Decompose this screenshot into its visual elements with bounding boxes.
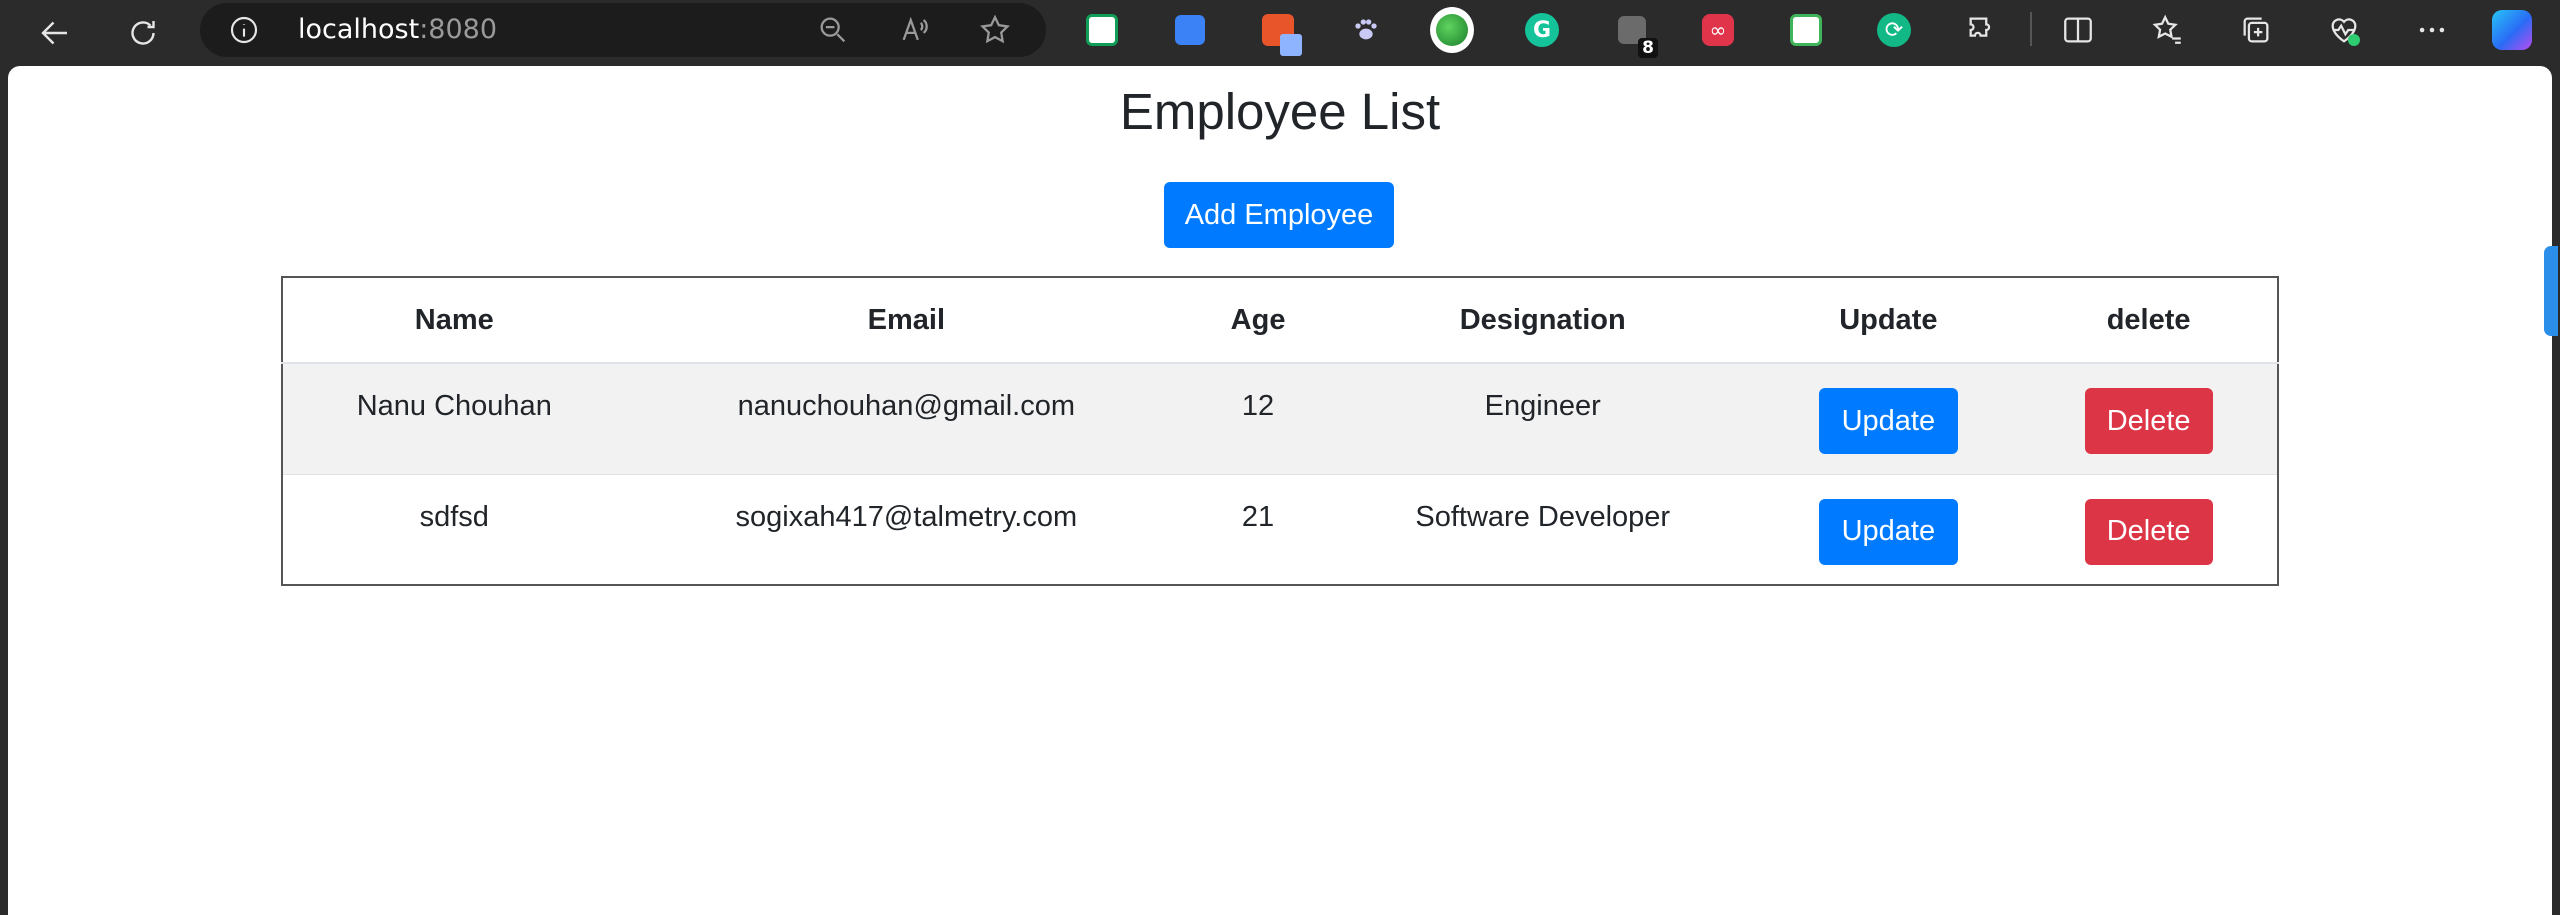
zoom-out-icon[interactable]: [816, 13, 850, 47]
employee-designation-cell: Software Developer: [1328, 473, 1757, 585]
page-viewport: Employee List Add Employee Name Email Ag…: [8, 66, 2558, 915]
blue-tile-extension-icon[interactable]: [1168, 8, 1212, 52]
copilot-icon[interactable]: [2490, 8, 2534, 52]
delete-button[interactable]: Delete: [2084, 498, 2213, 565]
employee-name-cell: sdfsd: [282, 473, 626, 585]
url-text[interactable]: localhost:8080: [298, 14, 497, 46]
table-header-row: Name Email Age Designation Update delete: [282, 277, 2278, 364]
employee-age-cell: 21: [1187, 473, 1329, 585]
info-icon[interactable]: [228, 14, 260, 46]
paw-extension-icon[interactable]: [1344, 8, 1388, 52]
sync-extension-icon[interactable]: ⟳: [1872, 8, 1916, 52]
column-header-designation: Designation: [1328, 277, 1757, 364]
read-aloud-icon[interactable]: [898, 13, 932, 47]
toolbar-separator: [2030, 12, 2032, 46]
table-row: Nanu Chouhan nanuchouhan@gmail.com 12 En…: [282, 362, 2278, 474]
add-employee-button[interactable]: Add Employee: [1164, 182, 1394, 248]
scrollbar-thumb[interactable]: [2544, 246, 2558, 336]
grammarly-extension-icon[interactable]: G: [1520, 8, 1564, 52]
employee-email-cell: sogixah417@talmetry.com: [625, 473, 1188, 585]
column-header-name: Name: [282, 277, 626, 364]
delete-button[interactable]: Delete: [2084, 388, 2213, 454]
refresh-icon[interactable]: [118, 8, 168, 58]
employee-table: Name Email Age Designation Update delete…: [281, 276, 2279, 586]
favorite-star-icon[interactable]: [978, 13, 1012, 47]
delete-cell: Delete: [2020, 473, 2278, 585]
address-bar[interactable]: localhost:8080: [200, 3, 1046, 57]
column-header-age: Age: [1187, 277, 1329, 364]
column-header-delete: delete: [2020, 277, 2278, 364]
employee-designation-cell: Engineer: [1328, 362, 1757, 474]
delete-cell: Delete: [2020, 362, 2278, 474]
checkmail-extension-icon[interactable]: [1784, 8, 1828, 52]
favorites-icon[interactable]: [2146, 8, 2190, 52]
mail-extension-icon[interactable]: [1080, 8, 1124, 52]
split-screen-icon[interactable]: [2056, 8, 2100, 52]
download-manager-extension-icon[interactable]: [1430, 7, 1474, 53]
column-header-email: Email: [625, 277, 1188, 364]
update-cell: Update: [1756, 473, 2021, 585]
browser-toolbar: localhost:8080 G 8 ∞ ⟳: [0, 0, 2560, 66]
update-cell: Update: [1756, 362, 2021, 474]
badge-extension-icon[interactable]: 8: [1610, 8, 1658, 58]
performance-icon[interactable]: [2322, 8, 2366, 52]
more-menu-icon[interactable]: [2410, 8, 2454, 52]
update-button[interactable]: Update: [1818, 498, 1958, 565]
page-title: Employee List: [1119, 83, 1441, 140]
employee-age-cell: 12: [1187, 362, 1329, 474]
employee-email-cell: nanuchouhan@gmail.com: [625, 362, 1188, 474]
image-extension-icon[interactable]: [1256, 8, 1302, 56]
back-arrow-icon[interactable]: [30, 8, 80, 58]
table-row: sdfsd sogixah417@talmetry.com 21 Softwar…: [282, 473, 2278, 585]
employee-name-cell: Nanu Chouhan: [282, 362, 626, 474]
column-header-update: Update: [1756, 277, 2021, 364]
infinity-extension-icon[interactable]: ∞: [1696, 8, 1740, 52]
collections-icon[interactable]: [2234, 8, 2278, 52]
update-button[interactable]: Update: [1818, 388, 1958, 454]
extensions-puzzle-icon[interactable]: [1960, 8, 2004, 52]
